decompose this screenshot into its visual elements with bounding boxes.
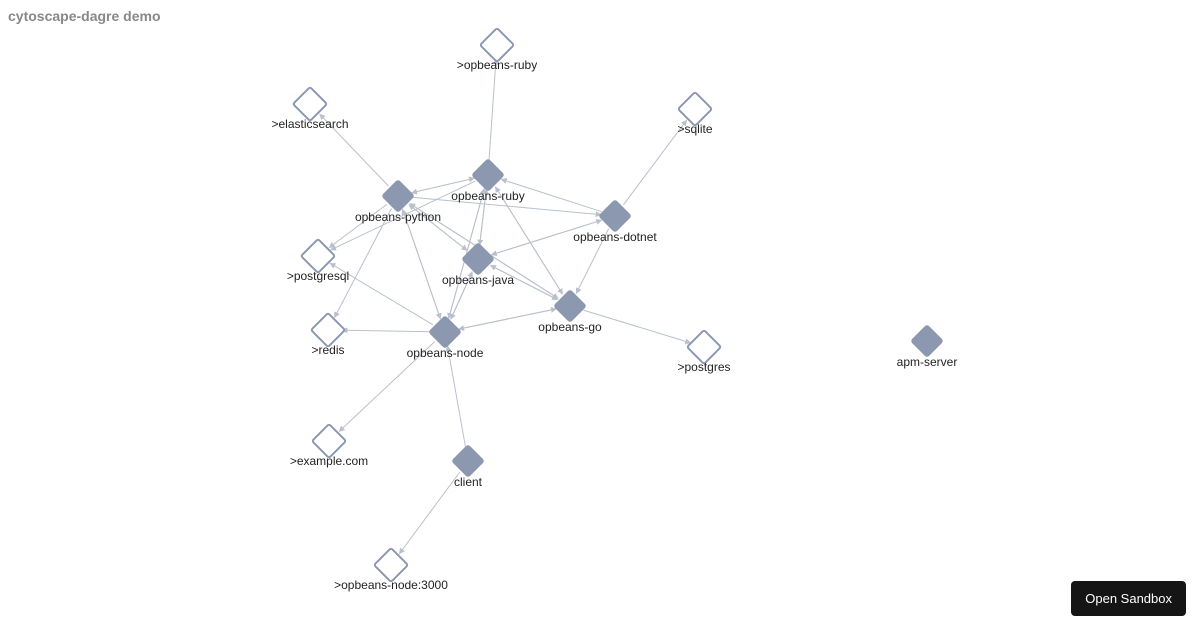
graph-node-label: >opbeans-node:3000 [334, 578, 448, 592]
graph-canvas[interactable]: >opbeans-ruby >elasticsearch >sqlite opbean… [0, 0, 1200, 630]
graph-node-opbeans-go[interactable]: opbeans-go [558, 294, 582, 318]
graph-node-example-com[interactable]: >example.com [316, 428, 342, 454]
graph-node-elasticsearch[interactable]: >elasticsearch [297, 91, 323, 117]
graph-node-label: opbeans-dotnet [573, 230, 656, 244]
graph-node-label: >elasticsearch [271, 117, 348, 131]
graph-node-opbeans-ruby-ext[interactable]: >opbeans-ruby [484, 32, 510, 58]
graph-node-apm-server[interactable]: apm-server [915, 329, 939, 353]
graph-node-label: >sqlite [677, 122, 712, 136]
service-icon [428, 315, 462, 349]
service-icon [553, 289, 587, 323]
graph-edge [447, 346, 465, 447]
service-icon [471, 158, 505, 192]
graph-node-label: >opbeans-ruby [457, 58, 537, 72]
service-icon [381, 179, 415, 213]
graph-node-opbeans-java[interactable]: opbeans-java [466, 247, 490, 271]
graph-node-label: opbeans-go [538, 320, 601, 334]
open-sandbox-button[interactable]: Open Sandbox [1071, 581, 1186, 616]
graph-node-label: >redis [311, 343, 344, 357]
graph-node-opbeans-dotnet[interactable]: opbeans-dotnet [603, 204, 627, 228]
graph-edge [334, 208, 391, 317]
graph-node-label: opbeans-java [442, 273, 514, 287]
service-icon [451, 444, 485, 478]
graph-edge [403, 209, 441, 319]
graph-node-label: >example.com [290, 454, 368, 468]
graph-edge [399, 472, 459, 553]
graph-node-opbeans-ruby[interactable]: opbeans-ruby [476, 163, 500, 187]
service-icon [461, 242, 495, 276]
graph-node-opbeans-node-3000[interactable]: >opbeans-node:3000 [378, 552, 404, 578]
graph-node-label: >postgres [677, 360, 730, 374]
graph-node-label: opbeans-ruby [451, 189, 524, 203]
graph-node-postgresql[interactable]: >postgresql [305, 243, 331, 269]
graph-node-label: opbeans-python [355, 210, 441, 224]
graph-node-opbeans-python[interactable]: opbeans-python [386, 184, 410, 208]
graph-node-label: >postgresql [287, 269, 349, 283]
graph-node-postgres[interactable]: >postgres [691, 334, 717, 360]
graph-edge [342, 330, 431, 332]
graph-node-redis[interactable]: >redis [315, 317, 341, 343]
service-icon [910, 324, 944, 358]
graph-node-client[interactable]: client [456, 449, 480, 473]
graph-node-label: apm-server [897, 355, 958, 369]
graph-node-opbeans-node[interactable]: opbeans-node [433, 320, 457, 344]
service-icon [598, 199, 632, 233]
graph-edge [403, 209, 441, 319]
graph-node-sqlite[interactable]: >sqlite [682, 96, 708, 122]
graph-node-label: opbeans-node [407, 346, 484, 360]
graph-edge [489, 59, 496, 161]
graph-edges [0, 0, 1200, 630]
graph-node-label: client [454, 475, 482, 489]
